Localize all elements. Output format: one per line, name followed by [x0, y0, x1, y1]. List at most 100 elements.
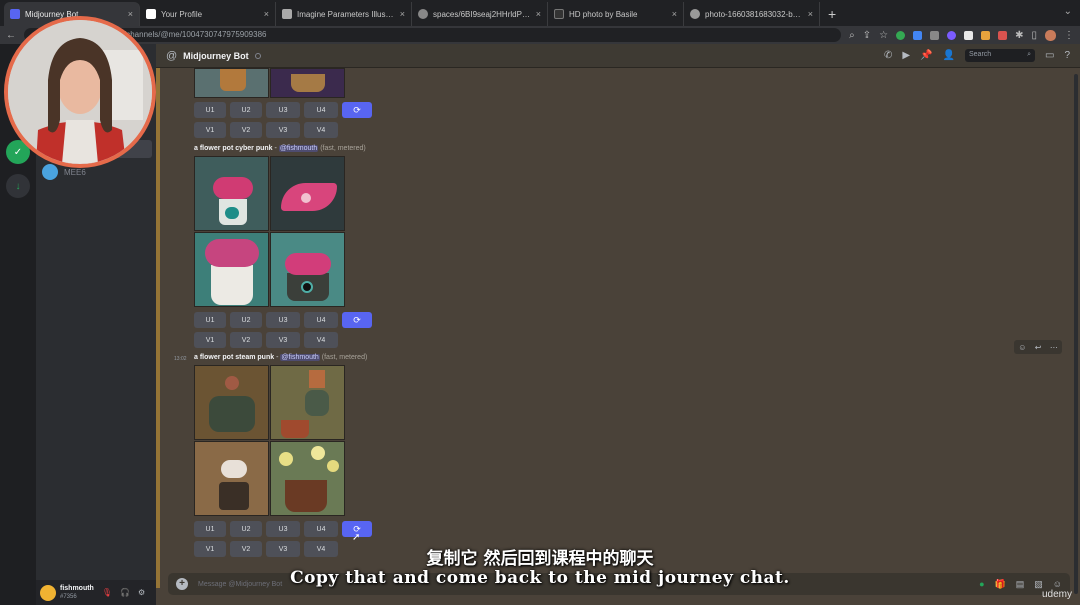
mute-microphone-icon[interactable]: 🎙	[102, 588, 112, 597]
browser-tab[interactable]: Imagine Parameters Illustrated ×	[276, 2, 412, 26]
upscale-button[interactable]: U4	[304, 312, 338, 328]
browser-tab[interactable]: HD photo by Basile ×	[548, 2, 684, 26]
share-icon[interactable]: ⇪	[863, 30, 871, 41]
extension-icon[interactable]	[896, 30, 906, 40]
chat-header: @ Midjourney Bot ✆ ▶ 📌 👤 Search ⌕ ▭ ?	[156, 44, 1080, 68]
tab-search-chevron-icon[interactable]: ⌄	[1064, 6, 1072, 17]
presenter-webcam	[4, 16, 156, 168]
close-tab-icon[interactable]: ×	[672, 9, 677, 19]
generated-image[interactable]	[194, 156, 269, 231]
video-icon[interactable]: ▶	[902, 50, 910, 61]
help-icon[interactable]: ?	[1064, 50, 1070, 61]
refresh-icon: ⟳	[353, 104, 361, 115]
upscale-button[interactable]: U4	[304, 521, 338, 537]
extension-icon[interactable]	[947, 30, 957, 40]
upscale-button[interactable]: U2	[230, 312, 262, 328]
upscale-button[interactable]: U3	[266, 102, 300, 118]
add-reaction-icon[interactable]: ☺	[1018, 343, 1026, 352]
star-icon[interactable]: ☆	[879, 30, 888, 41]
status-indicator-icon	[254, 52, 261, 59]
generated-image[interactable]	[194, 232, 269, 307]
call-icon[interactable]: ✆	[884, 50, 892, 61]
mouse-cursor-icon: ➚	[352, 532, 361, 543]
prompt-text: a flower pot steam punk	[194, 354, 275, 361]
back-arrow-icon[interactable]: ←	[6, 30, 16, 41]
upscale-button[interactable]: U1	[194, 312, 226, 328]
generated-image[interactable]	[270, 441, 345, 516]
variation-button[interactable]: V2	[230, 122, 262, 138]
puzzle-icon[interactable]: ✱	[1015, 30, 1023, 41]
chat-area: @ Midjourney Bot ✆ ▶ 📌 👤 Search ⌕ ▭ ? U1…	[156, 44, 1080, 605]
message-actions-toolbar: ☺ ↩ ⋯	[1014, 340, 1062, 354]
user-mention[interactable]: @fishmouth	[278, 145, 319, 152]
inbox-icon[interactable]: ▭	[1045, 50, 1054, 61]
search-icon[interactable]: ⌕	[849, 30, 855, 41]
variation-button[interactable]: V3	[266, 332, 300, 348]
sidebar-icon[interactable]: ▯	[1031, 30, 1037, 41]
prompt-text: a flower pot cyber punk	[194, 145, 273, 152]
extension-icon[interactable]	[981, 30, 991, 40]
search-placeholder: Search	[968, 51, 992, 58]
close-tab-icon[interactable]: ×	[264, 9, 269, 19]
upscale-button[interactable]: U4	[304, 102, 338, 118]
browser-tab[interactable]: photo-1660381683032-b9cf ×	[684, 2, 820, 26]
tab-title: Your Profile	[161, 9, 203, 19]
tab-title: Imagine Parameters Illustrated	[297, 9, 395, 19]
separator: -	[272, 145, 279, 152]
url-field[interactable]: /channels/@me/1004730747975909386	[24, 28, 842, 42]
chat-scrollbar[interactable]	[1074, 74, 1078, 594]
reroll-button[interactable]: ⟳	[342, 102, 372, 118]
extension-icon[interactable]	[964, 30, 974, 40]
upscale-button[interactable]: U1	[194, 102, 226, 118]
variation-button[interactable]: V4	[304, 332, 338, 348]
upscale-button[interactable]: U2	[230, 102, 262, 118]
menu-icon[interactable]: ⋮	[1064, 30, 1074, 41]
browser-tab[interactable]: Your Profile ×	[140, 2, 276, 26]
close-tab-icon[interactable]: ×	[400, 9, 405, 19]
upscale-button[interactable]: U3	[266, 312, 300, 328]
add-friend-icon[interactable]: 👤	[943, 50, 955, 61]
gear-icon[interactable]: ⚙	[138, 588, 145, 597]
upscale-button[interactable]: U3	[266, 521, 300, 537]
extension-icon[interactable]	[913, 30, 923, 40]
user-mention[interactable]: @fishmouth	[280, 354, 320, 361]
generated-image[interactable]	[194, 441, 269, 516]
generated-image[interactable]	[194, 365, 269, 440]
dm-label: MEE6	[64, 167, 86, 177]
variation-button[interactable]: V1	[194, 332, 226, 348]
upscale-button[interactable]: U2	[230, 521, 262, 537]
search-input[interactable]: Search ⌕	[964, 49, 1035, 62]
browser-tab[interactable]: spaces/6BI9seaj2HHrldPlMKP ×	[412, 2, 548, 26]
reroll-button[interactable]: ⟳	[342, 312, 372, 328]
highlight-bar	[156, 68, 160, 588]
variation-button[interactable]: V3	[266, 122, 300, 138]
download-apps-icon[interactable]: ↓	[6, 174, 30, 198]
address-bar-row: ← /channels/@me/1004730747975909386 ⌕ ⇪ …	[0, 26, 1080, 44]
profile-avatar[interactable]	[1045, 29, 1056, 41]
generated-image[interactable]	[270, 232, 345, 307]
variation-button[interactable]: V4	[304, 122, 338, 138]
pin-icon[interactable]: 📌	[920, 50, 932, 61]
close-tab-icon[interactable]: ×	[128, 9, 133, 19]
close-tab-icon[interactable]: ×	[808, 9, 813, 19]
variation-button[interactable]: V2	[230, 332, 262, 348]
headphones-icon[interactable]: 🎧	[120, 588, 130, 597]
refresh-icon: ⟳	[353, 314, 361, 325]
upscale-button[interactable]: U1	[194, 521, 226, 537]
generated-image[interactable]	[194, 68, 269, 98]
variation-button[interactable]: V1	[194, 122, 226, 138]
generated-image[interactable]	[270, 365, 345, 440]
tab-title: spaces/6BI9seaj2HHrldPlMKP	[433, 9, 531, 19]
extension-icon[interactable]	[930, 30, 940, 40]
generated-image[interactable]	[270, 156, 345, 231]
generated-image[interactable]	[270, 68, 345, 98]
browser-tab-bar: Midjourney Bot × Your Profile × Imagine …	[0, 0, 1080, 26]
message-timestamp: 13:02	[174, 356, 187, 362]
extension-icon[interactable]	[998, 30, 1008, 40]
close-tab-icon[interactable]: ×	[536, 9, 541, 19]
reply-icon[interactable]: ↩	[1035, 343, 1042, 352]
tab-title: HD photo by Basile	[569, 9, 638, 19]
new-tab-button[interactable]: +	[820, 6, 844, 26]
generation-meta: (fast, metered)	[318, 145, 366, 152]
more-options-icon[interactable]: ⋯	[1050, 343, 1058, 352]
